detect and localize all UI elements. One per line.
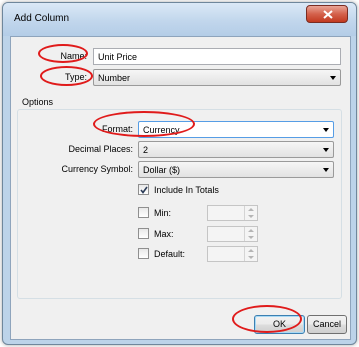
decimal-places-label: Decimal Places: [68,144,133,154]
min-label: Min: [154,208,172,218]
spin-up-icon [248,208,254,211]
spin-down-icon [248,256,254,259]
currency-symbol-label: Currency Symbol: [61,164,133,174]
chevron-down-icon [323,148,329,152]
type-select[interactable]: Number [93,69,341,86]
options-group-label: Options [20,97,56,107]
spin-up-icon [248,249,254,252]
close-icon [323,10,333,19]
dialog-title: Add Column [14,13,70,24]
title-bar[interactable]: Add Column [3,3,356,36]
spin-up-icon [248,229,254,232]
highlight-ring-format [93,111,195,137]
checkmark-icon [140,186,148,194]
default-label: Default: [154,249,186,259]
highlight-ring-type [40,66,93,86]
decimal-places-select[interactable]: 2 [138,141,334,158]
decimal-places-value: 2 [143,145,149,155]
min-checkbox[interactable] [138,207,149,218]
max-label: Max: [154,229,174,239]
chevron-down-icon [323,168,329,172]
spin-down-icon [248,236,254,239]
name-input[interactable]: Unit Price [93,48,341,65]
cancel-button[interactable]: Cancel [307,315,347,334]
include-totals-label: Include In Totals [154,185,219,195]
default-checkbox[interactable] [138,248,149,259]
highlight-ring-ok [232,305,302,333]
chevron-down-icon [323,128,329,132]
max-spinner-buttons[interactable] [244,227,257,241]
min-spinner-buttons[interactable] [244,206,257,220]
currency-symbol-value: Dollar ($) [143,165,181,175]
currency-symbol-select[interactable]: Dollar ($) [138,161,334,178]
default-spinner[interactable] [207,246,258,262]
highlight-ring-name [38,44,88,63]
include-totals-checkbox[interactable] [138,184,149,195]
max-checkbox[interactable] [138,228,149,239]
min-spinner[interactable] [207,205,258,221]
type-select-value: Number [98,73,131,83]
spin-down-icon [248,215,254,218]
chevron-down-icon [330,76,336,80]
close-button[interactable] [306,5,348,23]
max-spinner[interactable] [207,226,258,242]
default-spinner-buttons[interactable] [244,247,257,261]
